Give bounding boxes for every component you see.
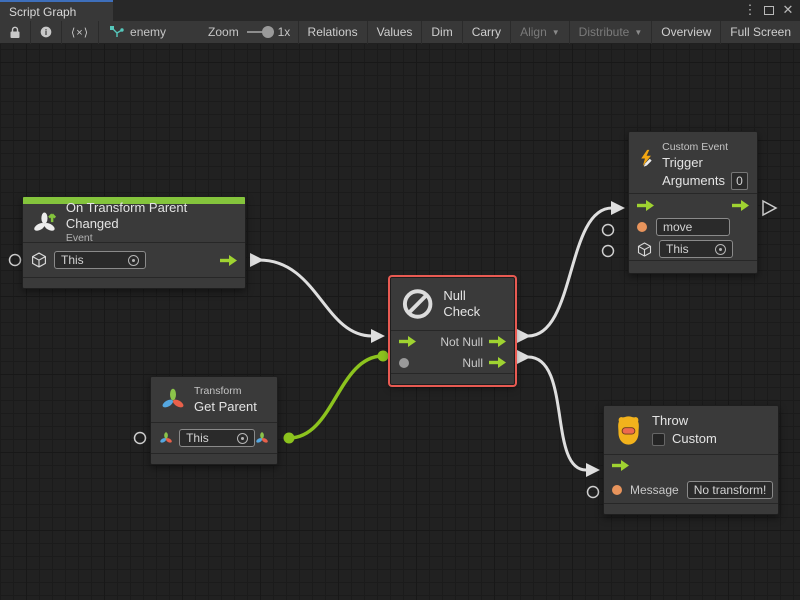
node-category: Transform <box>194 384 257 399</box>
node-null-check[interactable]: Null Check Not Null Null <box>390 277 515 385</box>
toolbar-button-overview[interactable]: Overview <box>652 21 721 44</box>
node-title: On Transform Parent Changed <box>66 200 236 233</box>
transform-output-port[interactable] <box>255 431 269 446</box>
node-throw[interactable]: Throw Custom Message No transform! <box>603 405 779 515</box>
graph-name: enemy <box>130 25 166 39</box>
tab-script-graph[interactable]: Script Graph <box>0 0 113 21</box>
target-picker-icon[interactable] <box>128 255 139 266</box>
zoom-label: Zoom <box>208 25 239 39</box>
lock-button[interactable] <box>0 21 31 44</box>
close-icon[interactable]: ✕ <box>780 2 796 18</box>
flow-input-port[interactable] <box>399 336 416 347</box>
event-name-field[interactable]: move <box>656 218 730 236</box>
custom-event-icon <box>638 140 654 178</box>
maximize-icon[interactable] <box>764 6 774 15</box>
target-field[interactable]: This <box>659 240 733 258</box>
null-check-icon <box>400 286 435 322</box>
arguments-label: Arguments <box>662 173 725 189</box>
tab-strip: Script Graph ⋮ ✕ <box>0 0 800 21</box>
toolbar-button-distribute[interactable]: Distribute▼ <box>570 21 653 44</box>
not-null-output-port[interactable] <box>489 336 506 347</box>
code-view-button[interactable]: ⟨×⟩ <box>62 21 99 44</box>
node-title: Null Check <box>443 288 505 321</box>
info-icon: i <box>40 25 52 39</box>
gameobject-cube-icon[interactable] <box>31 252 47 268</box>
flow-input-port[interactable] <box>612 460 629 471</box>
toolbar-button-values[interactable]: Values <box>368 21 423 44</box>
svg-text:i: i <box>45 28 47 37</box>
tab-title: Script Graph <box>9 5 76 19</box>
toolbar-button-dim[interactable]: Dim <box>422 21 462 44</box>
node-footer <box>604 504 778 514</box>
graph-breadcrumb[interactable]: enemy <box>109 25 166 39</box>
port-label-null: Null <box>462 356 483 370</box>
flow-output-port[interactable] <box>220 255 237 266</box>
node-footer <box>23 278 245 288</box>
window-controls: ⋮ ✕ <box>742 0 796 20</box>
zoom-slider[interactable] <box>247 31 270 33</box>
node-footer <box>151 454 277 464</box>
info-button[interactable]: i <box>31 21 62 44</box>
code-icon: ⟨×⟩ <box>71 26 89 39</box>
flow-input-port[interactable] <box>637 200 654 211</box>
transform-event-icon <box>32 210 58 237</box>
transform-icon <box>160 387 186 413</box>
graph-toolbar: i ⟨×⟩ enemy Zoom 1x Relations Values Dim… <box>0 21 800 44</box>
node-trigger-custom-event[interactable]: Custom Event Trigger Arguments 0 move Th… <box>628 131 758 274</box>
toolbar-button-align[interactable]: Align▼ <box>511 21 570 44</box>
target-field[interactable]: This <box>179 429 255 447</box>
lock-icon <box>9 26 21 39</box>
zoom-slider-handle[interactable] <box>262 26 274 38</box>
throw-exception-icon <box>613 413 644 447</box>
null-output-port[interactable] <box>489 357 506 368</box>
message-label: Message <box>630 483 679 497</box>
custom-label: Custom <box>672 431 717 447</box>
custom-checkbox[interactable] <box>652 433 665 446</box>
target-field[interactable]: This <box>54 251 146 269</box>
arguments-count-field[interactable]: 0 <box>731 172 748 190</box>
node-category: Custom Event <box>662 140 748 155</box>
toolbar-button-relations[interactable]: Relations <box>299 21 368 44</box>
menu-icon[interactable]: ⋮ <box>742 2 758 18</box>
node-title: Throw <box>652 413 717 429</box>
chevron-down-icon: ▼ <box>634 28 642 37</box>
string-input-port[interactable] <box>637 222 647 232</box>
transform-input-port[interactable] <box>159 431 173 446</box>
value-input-port[interactable] <box>399 358 409 368</box>
gameobject-cube-icon[interactable] <box>637 242 652 257</box>
string-input-port[interactable] <box>612 485 622 495</box>
port-label-not-null: Not Null <box>440 335 483 349</box>
toolbar-button-carry[interactable]: Carry <box>463 21 511 44</box>
node-title: Trigger <box>662 155 748 171</box>
flow-output-port[interactable] <box>732 200 749 211</box>
node-on-transform-parent-changed[interactable]: On Transform Parent Changed Event This <box>22 196 246 289</box>
node-footer <box>391 374 514 384</box>
target-picker-icon[interactable] <box>715 244 726 255</box>
chevron-down-icon: ▼ <box>552 28 560 37</box>
node-title: Get Parent <box>194 399 257 415</box>
target-picker-icon[interactable] <box>237 433 248 444</box>
script-graph-icon <box>109 25 124 39</box>
node-get-parent[interactable]: Transform Get Parent This <box>150 376 278 465</box>
message-field[interactable]: No transform! <box>687 481 774 499</box>
toolbar-button-fullscreen[interactable]: Full Screen <box>721 21 800 44</box>
node-footer <box>629 261 757 273</box>
node-subtitle: Event <box>66 232 236 246</box>
zoom-value: 1x <box>278 25 291 39</box>
